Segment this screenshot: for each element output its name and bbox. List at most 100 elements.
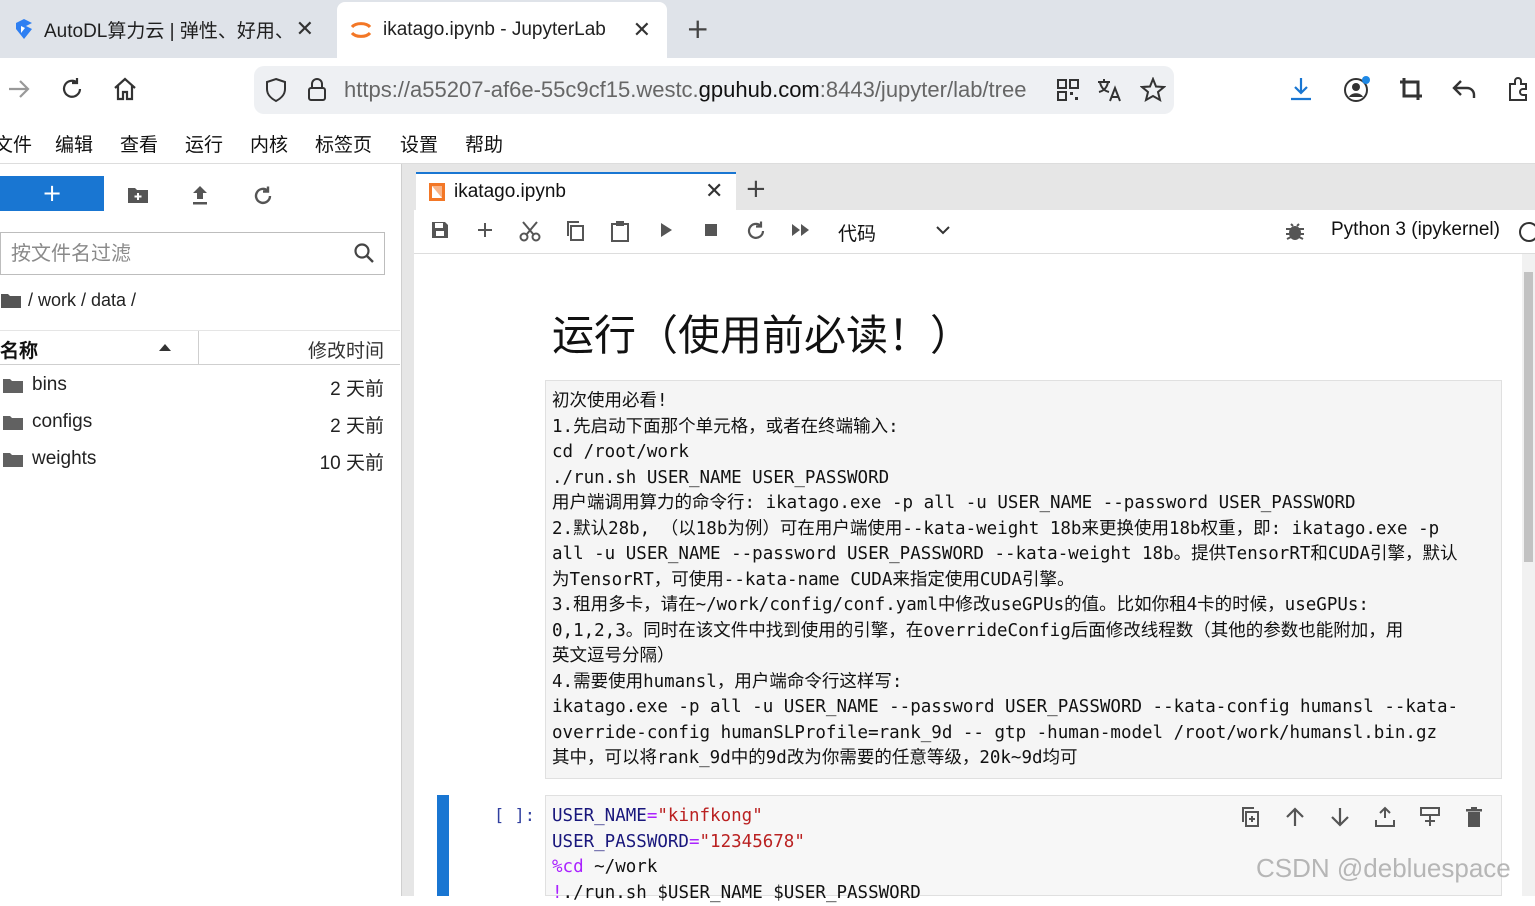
file-name: bins bbox=[32, 374, 67, 395]
menu-kernel[interactable]: 内核 bbox=[250, 130, 288, 157]
new-folder-icon[interactable] bbox=[127, 186, 149, 204]
delete-cell-icon[interactable] bbox=[1465, 806, 1483, 828]
forward-icon[interactable] bbox=[6, 76, 32, 102]
markdown-line: 其中，可以将rank_9d中的9d改为你需要的任意等级，20k~9d均可 bbox=[552, 748, 1078, 768]
code-token: "kinfkong" bbox=[657, 806, 763, 826]
markdown-line: 4.需要使用humansl，用户端命令行这样写: bbox=[552, 671, 903, 692]
move-up-icon[interactable] bbox=[1284, 806, 1306, 828]
panel-splitter[interactable] bbox=[402, 164, 414, 896]
extensions-icon[interactable] bbox=[1506, 76, 1532, 102]
address-bar[interactable]: https://a55207-af6e-55c9cf15.westc.gpuhu… bbox=[254, 66, 1174, 114]
breadcrumb: / work / data / bbox=[0, 290, 136, 311]
close-icon[interactable]: ✕ bbox=[705, 179, 723, 204]
markdown-text: 初次使用必看! 1.先启动下面那个单元格，或者在终端输入: cd /root/wor… bbox=[552, 389, 1492, 772]
file-modified: 2 天前 bbox=[330, 379, 384, 400]
browser-tab-jupyter[interactable]: ikatago.ipynb - JupyterLab ✕ bbox=[337, 2, 667, 58]
cut-icon[interactable] bbox=[519, 220, 541, 242]
autodl-favicon-icon bbox=[12, 17, 36, 41]
code-token: ./run.sh $USER_NAME $USER_PASSWORD bbox=[562, 882, 921, 903]
breadcrumb-path[interactable]: / work / data / bbox=[28, 290, 136, 311]
profile-icon[interactable] bbox=[1343, 75, 1371, 103]
active-cell-indicator bbox=[437, 795, 449, 896]
shield-icon[interactable] bbox=[264, 77, 288, 103]
menu-help[interactable]: 帮助 bbox=[465, 130, 503, 157]
file-list-header: 名称 修改时间 bbox=[0, 330, 400, 365]
fast-forward-icon[interactable] bbox=[790, 220, 812, 240]
file-row-bins[interactable]: bins 2 天前 bbox=[0, 367, 390, 404]
home-icon[interactable] bbox=[112, 76, 138, 102]
file-modified: 2 天前 bbox=[330, 416, 384, 437]
lock-icon[interactable] bbox=[306, 77, 328, 103]
chevron-down-icon[interactable] bbox=[935, 224, 951, 236]
jupyter-favicon-icon bbox=[349, 18, 373, 42]
upload-icon[interactable] bbox=[190, 184, 210, 206]
new-tab-button[interactable]: + bbox=[686, 12, 709, 45]
add-tab-button[interactable]: + bbox=[745, 174, 767, 204]
run-icon[interactable] bbox=[658, 220, 674, 240]
sort-ascending-icon[interactable] bbox=[158, 343, 172, 352]
crop-icon[interactable] bbox=[1398, 76, 1424, 102]
file-row-configs[interactable]: configs 2 天前 bbox=[0, 404, 390, 441]
browser-tab-autodl[interactable]: AutoDL算力云 | 弹性、好用、省 ✕ bbox=[0, 0, 330, 58]
notebook-scrollbar[interactable] bbox=[1522, 254, 1535, 896]
insert-cell-icon[interactable] bbox=[475, 220, 495, 240]
cell-type-select[interactable]: 代码 bbox=[838, 219, 876, 246]
undo-arrow-icon[interactable] bbox=[1451, 76, 1477, 102]
kernel-status-icon bbox=[1517, 221, 1535, 243]
kernel-name[interactable]: Python 3 (ipykernel) bbox=[1331, 219, 1500, 241]
markdown-line: ./run.sh USER_NAME USER_PASSWORD bbox=[552, 467, 890, 488]
column-divider bbox=[198, 331, 199, 365]
file-filter-box[interactable] bbox=[0, 232, 385, 275]
column-modified-header[interactable]: 修改时间 bbox=[308, 336, 384, 363]
refresh-icon[interactable] bbox=[252, 185, 274, 207]
new-launcher-button[interactable]: + bbox=[0, 176, 104, 211]
markdown-cell[interactable]: 初次使用必看! 1.先启动下面那个单元格，或者在终端输入: cd /root/wor… bbox=[545, 380, 1502, 779]
markdown-line: 为TensorRT，可使用--kata-name CUDA来指定使用CUDA引擎… bbox=[552, 569, 1075, 590]
menu-edit[interactable]: 编辑 bbox=[55, 130, 93, 157]
stop-icon[interactable] bbox=[702, 220, 720, 240]
markdown-line: cd /root/work bbox=[552, 442, 689, 462]
home-folder-icon[interactable] bbox=[0, 293, 22, 309]
close-tab-icon[interactable]: ✕ bbox=[633, 17, 651, 43]
notebook-file-icon bbox=[428, 182, 446, 202]
markdown-line: 英文逗号分隔） bbox=[552, 646, 675, 666]
close-tab-icon[interactable]: ✕ bbox=[296, 16, 314, 42]
favorite-star-icon[interactable] bbox=[1140, 77, 1166, 103]
duplicate-cell-icon[interactable] bbox=[1240, 806, 1260, 828]
code-token: = bbox=[646, 806, 658, 826]
restart-icon[interactable] bbox=[745, 220, 767, 242]
insert-below-icon[interactable] bbox=[1419, 806, 1441, 828]
translate-icon[interactable] bbox=[1096, 77, 1124, 103]
url-text[interactable]: https://a55207-af6e-55c9cf15.westc.gpuhu… bbox=[344, 77, 1044, 103]
url-suffix: :8443/jupyter/lab/tree bbox=[819, 77, 1027, 102]
file-filter-input[interactable] bbox=[11, 241, 331, 265]
tab-ikatago-notebook[interactable]: ikatago.ipynb ✕ bbox=[416, 172, 736, 210]
qr-code-icon[interactable] bbox=[1056, 78, 1080, 102]
menu-settings[interactable]: 设置 bbox=[400, 130, 438, 157]
menu-tabs[interactable]: 标签页 bbox=[315, 130, 372, 157]
scrollbar-thumb[interactable] bbox=[1524, 272, 1533, 562]
browser-tab-strip: AutoDL算力云 | 弹性、好用、省 ✕ ikatago.ipynb - Ju… bbox=[0, 0, 1535, 58]
copy-icon[interactable] bbox=[565, 220, 585, 242]
file-row-weights[interactable]: weights 10 天前 bbox=[0, 441, 390, 478]
download-icon[interactable] bbox=[1288, 76, 1314, 102]
code-editor[interactable]: USER_NAME="kinfkong" USER_PASSWORD="1234… bbox=[552, 804, 921, 906]
insert-above-icon[interactable] bbox=[1374, 806, 1396, 828]
cell-prompt: [ ]: bbox=[494, 806, 535, 826]
markdown-line: 1.先启动下面那个单元格，或者在终端输入: bbox=[552, 416, 899, 437]
reload-icon[interactable] bbox=[59, 76, 85, 102]
search-icon[interactable] bbox=[353, 242, 375, 264]
notebook-content: 运行（使用前必读！） 初次使用必看! 1.先启动下面那个单元格，或者在终端输入: c… bbox=[414, 254, 1522, 903]
move-down-icon[interactable] bbox=[1329, 806, 1351, 828]
folder-icon bbox=[2, 452, 24, 468]
code-token: = bbox=[688, 831, 700, 852]
menu-run[interactable]: 运行 bbox=[185, 130, 223, 157]
column-name-header[interactable]: 名称 bbox=[0, 336, 38, 363]
code-token: ! bbox=[552, 882, 563, 903]
menu-file[interactable]: 文件 bbox=[0, 130, 32, 157]
menu-view[interactable]: 查看 bbox=[120, 130, 158, 157]
markdown-line: all -u USER_NAME --password USER_PASSWOR… bbox=[552, 544, 1458, 564]
paste-icon[interactable] bbox=[610, 220, 630, 242]
debugger-bug-icon[interactable] bbox=[1284, 220, 1306, 242]
save-icon[interactable] bbox=[430, 220, 450, 240]
